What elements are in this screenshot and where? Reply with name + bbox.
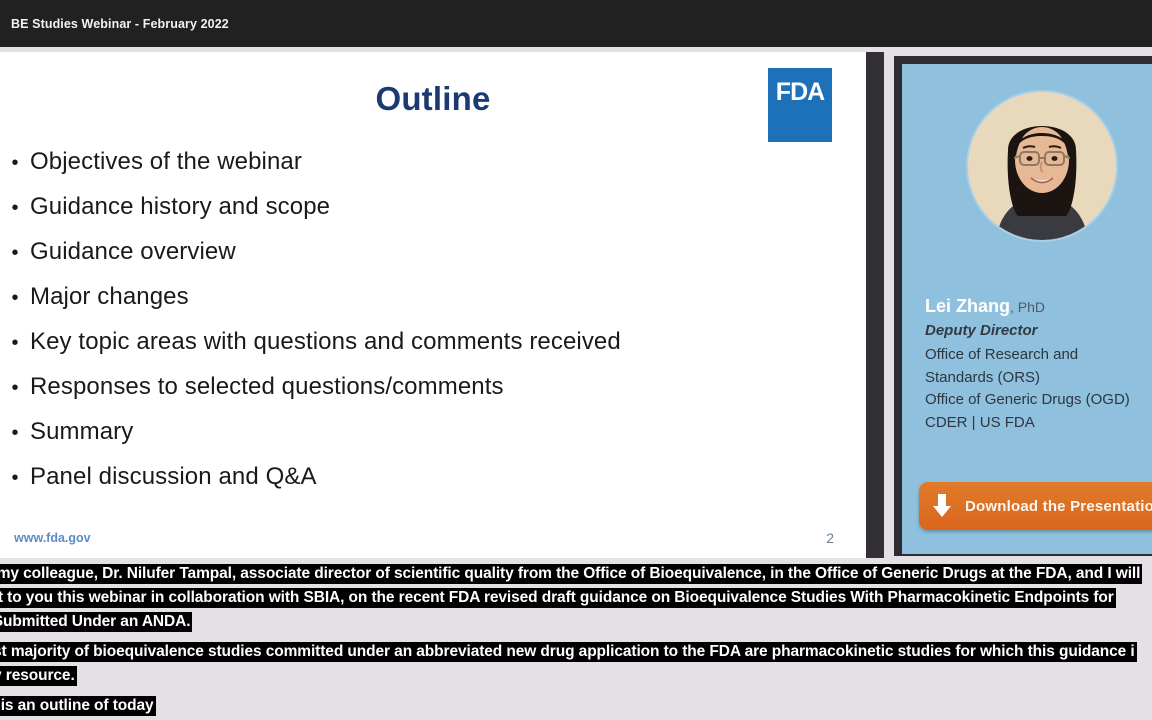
bullet-text: Key topic areas with questions and comme… [30, 328, 621, 355]
affiliation-line: Office of Generic Drugs (OGD) [925, 391, 1130, 408]
affiliation-line: Office of Research and [925, 346, 1079, 363]
webinar-player-window: BE Studies Webinar - February 2022 FDA O… [0, 0, 1152, 720]
slide-title: Outline [375, 80, 491, 117]
list-item: • Summary [0, 418, 866, 463]
slide-footer: www.fda.gov 2 [0, 530, 866, 546]
presentation-slide[interactable]: FDA Outline • Objectives of the webinar … [0, 52, 866, 558]
caption-line: y my colleague, Dr. Nilufer Tampal, asso… [0, 562, 1152, 585]
list-item: • Major changes [0, 283, 866, 328]
download-arrow-icon [919, 493, 965, 519]
affiliation-line: CDER | US FDA [925, 413, 1035, 431]
avatar-portrait-icon [968, 92, 1116, 240]
download-presentation-button[interactable]: Download the Presentation [919, 482, 1152, 530]
caption-line: ent to you this webinar in collaboration… [0, 586, 1152, 610]
bullet-point-icon: • [11, 197, 19, 219]
list-item: • Responses to selected questions/commen… [0, 373, 866, 418]
list-item: • Objectives of the webinar [0, 148, 866, 193]
caption-text: e is an outline of today [0, 696, 156, 716]
slide-page-number: 2 [826, 530, 834, 546]
speaker-name-text: Lei Zhang [925, 296, 1010, 316]
speaker-job-title: Deputy Director [925, 322, 1038, 339]
list-item: • Guidance history and scope [0, 193, 866, 238]
caption-text: key resource. [0, 666, 77, 686]
bullet-text: Objectives of the webinar [30, 148, 302, 175]
window-title-bar: BE Studies Webinar - February 2022 [0, 0, 1152, 47]
caption-line: s Submitted Under an ANDA. [0, 610, 1152, 634]
speaker-name: Lei Zhang, PhD [925, 296, 1045, 317]
bullet-text: Responses to selected questions/comments [30, 373, 504, 400]
slide-bullet-list: • Objectives of the webinar • Guidance h… [0, 148, 866, 508]
download-button-label: Download the Presentation [965, 497, 1152, 515]
speaker-affiliation: Office of Research and Standards (ORS) O… [925, 344, 1152, 434]
bullet-point-icon: • [11, 152, 19, 174]
caption-text: vast majority of bioequivalence studies … [0, 642, 1137, 662]
caption-text: s Submitted Under an ANDA. [0, 612, 193, 632]
bullet-point-icon: • [11, 377, 19, 399]
window-title: BE Studies Webinar - February 2022 [11, 16, 229, 31]
list-item: • Guidance overview [0, 238, 866, 283]
transcript-captions: y my colleague, Dr. Nilufer Tampal, asso… [0, 562, 1152, 720]
speaker-panel-body: Lei Zhang, PhD Deputy Director Office of… [902, 64, 1152, 554]
caption-text: ent to you this webinar in collaboration… [0, 588, 1116, 608]
bullet-point-icon: • [11, 422, 19, 444]
bullet-text: Panel discussion and Q&A [30, 463, 317, 490]
bullet-point-icon: • [11, 332, 19, 354]
speaker-degree: , PhD [1010, 299, 1046, 315]
caption-line: vast majority of bioequivalence studies … [0, 640, 1152, 664]
list-item: • Key topic areas with questions and com… [0, 328, 866, 373]
bullet-text: Summary [30, 418, 134, 445]
speaker-panel: Lei Zhang, PhD Deputy Director Office of… [894, 56, 1152, 556]
caption-text: y my colleague, Dr. Nilufer Tampal, asso… [0, 564, 1143, 584]
bullet-text: Guidance overview [30, 238, 236, 265]
bullet-point-icon: • [11, 242, 19, 264]
caption-line: e is an outline of today [0, 694, 1152, 718]
affiliation-line: Standards (ORS) [925, 368, 1041, 386]
list-item: • Panel discussion and Q&A [0, 463, 866, 508]
speaker-avatar [968, 92, 1116, 240]
bullet-text: Major changes [30, 283, 189, 310]
bullet-point-icon: • [11, 287, 19, 309]
caption-line: key resource. [0, 664, 1152, 688]
bullet-text: Guidance history and scope [30, 193, 331, 220]
slide-footer-url[interactable]: www.fda.gov [14, 531, 91, 545]
bullet-point-icon: • [11, 467, 19, 489]
slide-right-edge [866, 52, 884, 558]
